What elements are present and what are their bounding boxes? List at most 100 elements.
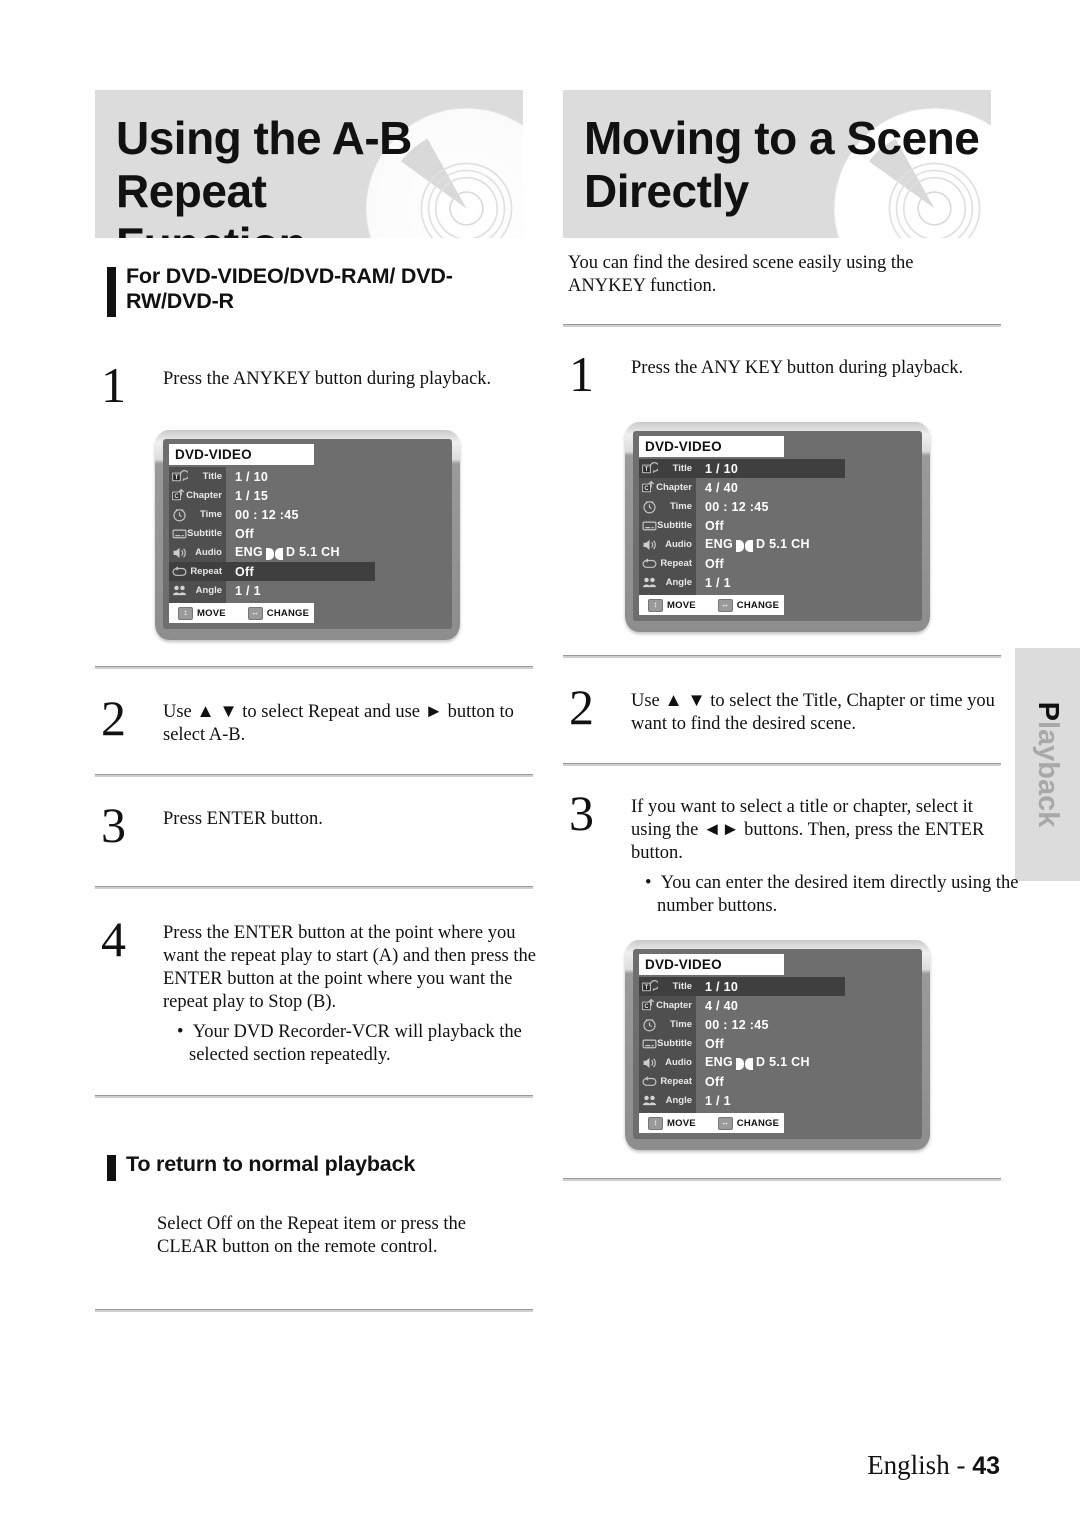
osd-disc-type: DVD-VIDEO bbox=[169, 444, 314, 465]
osd-row-audio[interactable]: Audio ENG D 5.1 CH bbox=[639, 1053, 845, 1072]
step-text: Press the ANY KEY button during playback… bbox=[631, 358, 964, 378]
left-step-2: 2 Use ▲ ▼ to select Repeat and use ► but… bbox=[95, 693, 535, 747]
osd-row-subtitle[interactable]: Subtitle Off bbox=[169, 524, 375, 543]
title-icon: T bbox=[171, 468, 190, 485]
step-text: Use ▲ ▼ to select the Title, Chapter or … bbox=[631, 691, 995, 734]
osd-row-time[interactable]: Time 00 : 12 :45 bbox=[639, 497, 845, 516]
osd-row-label-text: Subtitle bbox=[657, 1038, 692, 1049]
osd-move-label: MOVE bbox=[667, 1117, 696, 1129]
osd-row-label-text: Subtitle bbox=[187, 528, 222, 539]
osd-row-label: Time bbox=[639, 1015, 696, 1034]
heading-accent-bar bbox=[107, 267, 116, 317]
osd-row-label: T Title bbox=[639, 459, 696, 478]
osd-row-label: Repeat bbox=[639, 554, 696, 573]
osd-screen: DVD-VIDEO T Title 1 / 10 C Chapter 4 / 40 Time… bbox=[633, 431, 922, 621]
osd-row-label-text: Chapter bbox=[186, 490, 222, 501]
osd-hint-bar: ↕ MOVE ↔ CHANGE bbox=[169, 603, 314, 623]
side-tab-text: Playback bbox=[1032, 701, 1064, 828]
clock-icon bbox=[641, 1016, 658, 1033]
footer-language: English - bbox=[867, 1450, 973, 1480]
repeat-icon bbox=[171, 563, 188, 580]
right-step-3: 3 If you want to select a title or chapt… bbox=[563, 788, 1019, 918]
angle-icon bbox=[641, 1092, 658, 1109]
osd-row-label: Repeat bbox=[169, 562, 226, 581]
osd-row-subtitle[interactable]: Subtitle Off bbox=[639, 1034, 845, 1053]
svg-text:C: C bbox=[174, 494, 179, 500]
clock-icon bbox=[171, 506, 188, 523]
osd-row-value: 4 / 40 bbox=[705, 480, 739, 495]
osd-row-label: C Chapter bbox=[639, 478, 696, 497]
osd-row-label-text: Time bbox=[669, 1019, 692, 1030]
osd-row-angle[interactable]: Angle 1 / 1 bbox=[639, 1091, 845, 1110]
osd-row-audio[interactable]: Audio ENG D 5.1 CH bbox=[169, 543, 375, 562]
osd-row-label-text: Angle bbox=[195, 585, 222, 596]
speaker-icon bbox=[171, 544, 188, 561]
osd-row-chapter[interactable]: C Chapter 1 / 15 bbox=[169, 486, 375, 505]
osd-row-angle[interactable]: Angle 1 / 1 bbox=[639, 573, 845, 592]
step-body: If you want to select a title or chapter… bbox=[631, 790, 1025, 918]
osd-row-subtitle[interactable]: Subtitle Off bbox=[639, 516, 845, 535]
updown-key-icon: ↕ bbox=[648, 598, 663, 612]
repeat-icon bbox=[641, 1073, 658, 1090]
subtitle-icon bbox=[171, 525, 188, 542]
osd-row-value: 1 / 10 bbox=[235, 469, 269, 484]
divider bbox=[563, 763, 1001, 766]
osd-row-angle[interactable]: Angle 1 / 1 bbox=[169, 581, 375, 600]
osd-row-title[interactable]: T Title 1 / 10 bbox=[639, 977, 845, 996]
osd-row-list: T Title 1 / 10 C Chapter 1 / 15 Time 00 : 12 :4… bbox=[169, 467, 375, 619]
speaker-icon bbox=[641, 536, 658, 553]
right-chapter-title: Moving to a Scene Directly bbox=[584, 112, 980, 217]
osd-row-label-text: Angle bbox=[665, 577, 692, 588]
osd-row-repeat[interactable]: Repeat Off bbox=[169, 562, 375, 581]
osd-row-time[interactable]: Time 00 : 12 :45 bbox=[639, 1015, 845, 1034]
osd-row-chapter[interactable]: C Chapter 4 / 40 bbox=[639, 478, 845, 497]
osd-row-value-suffix: D 5.1 CH bbox=[756, 1054, 810, 1069]
osd-row-label-text: Chapter bbox=[656, 482, 692, 493]
osd-row-label: T Title bbox=[169, 467, 226, 486]
osd-row-label: Angle bbox=[639, 573, 696, 592]
manual-page: Playback Using the A-B Repeat For DVD-VI… bbox=[0, 0, 1080, 1526]
osd-row-value: Off bbox=[705, 1074, 724, 1089]
osd-row-repeat[interactable]: Repeat Off bbox=[639, 1072, 845, 1091]
osd-row-title[interactable]: T Title 1 / 10 bbox=[169, 467, 375, 486]
osd-row-label-text: Angle bbox=[665, 1095, 692, 1106]
osd-row-label: Time bbox=[639, 497, 696, 516]
step-text: Press the ANYKEY button during playback. bbox=[163, 369, 492, 389]
osd-row-label-text: Audio bbox=[195, 547, 222, 558]
divider bbox=[95, 1095, 533, 1098]
dolby-digital-icon bbox=[736, 1057, 753, 1071]
title-icon: T bbox=[641, 460, 660, 477]
osd-screen: DVD-VIDEO T Title 1 / 10 C Chapter 1 / 15 Time… bbox=[163, 439, 452, 629]
osd-row-value: Off bbox=[235, 526, 254, 541]
leftright-key-icon: ↔ bbox=[717, 1116, 733, 1130]
right-osd-screenshot-bottom: DVD-VIDEO T Title 1 / 10 C Chapter 4 / 40 Time… bbox=[625, 940, 930, 1150]
osd-disc-type: DVD-VIDEO bbox=[639, 954, 784, 975]
osd-row-label: Subtitle bbox=[639, 1034, 696, 1053]
osd-row-repeat[interactable]: Repeat Off bbox=[639, 554, 845, 573]
osd-row-audio[interactable]: Audio ENG D 5.1 CH bbox=[639, 535, 845, 554]
osd-disc-type: DVD-VIDEO bbox=[639, 436, 784, 457]
osd-row-list: T Title 1 / 10 C Chapter 4 / 40 Time 00 : 12 :4… bbox=[639, 459, 845, 611]
divider bbox=[95, 886, 533, 889]
heading-accent-bar bbox=[107, 1155, 116, 1181]
osd-row-value: 00 : 12 :45 bbox=[705, 1017, 769, 1032]
chapter-icon: C bbox=[641, 997, 658, 1014]
osd-move-label: MOVE bbox=[197, 607, 226, 619]
left-subsection-heading-text: To return to normal playback bbox=[126, 1152, 416, 1176]
step-number: 1 bbox=[101, 357, 126, 413]
repeat-icon bbox=[641, 555, 658, 572]
osd-row-title[interactable]: T Title 1 / 10 bbox=[639, 459, 845, 478]
step-number: 2 bbox=[569, 679, 594, 735]
osd-row-value: 4 / 40 bbox=[705, 998, 739, 1013]
osd-row-value: ENG D 5.1 CH bbox=[226, 545, 340, 561]
osd-row-value: Off bbox=[235, 564, 254, 579]
osd-row-chapter[interactable]: C Chapter 4 / 40 bbox=[639, 996, 845, 1015]
osd-row-value-text: ENG bbox=[705, 1054, 733, 1069]
osd-row-value: Off bbox=[705, 1036, 724, 1051]
osd-row-time[interactable]: Time 00 : 12 :45 bbox=[169, 505, 375, 524]
osd-hint-bar: ↕ MOVE ↔ CHANGE bbox=[639, 595, 784, 615]
left-osd-screenshot: DVD-VIDEO T Title 1 / 10 C Chapter 1 / 15 Time… bbox=[155, 430, 460, 640]
osd-row-value: Off bbox=[705, 518, 724, 533]
osd-row-value: 1 / 1 bbox=[705, 575, 731, 590]
osd-change-label: CHANGE bbox=[266, 607, 310, 619]
